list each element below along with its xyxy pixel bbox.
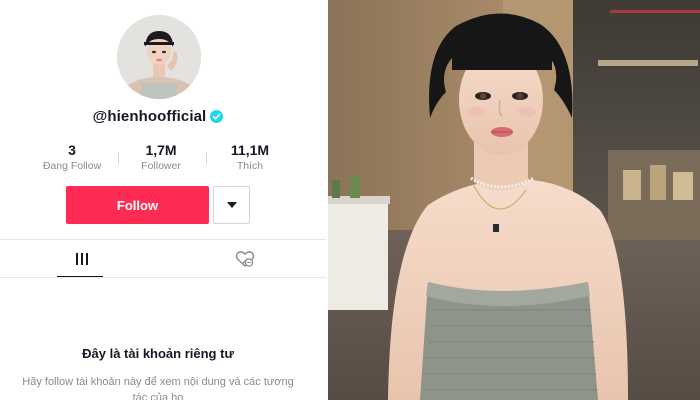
stat-followers-label: Follower [141,160,181,172]
avatar-image [117,15,201,99]
caret-down-icon [226,202,237,208]
tab-videos[interactable] [0,240,163,277]
stat-followers-value: 1,7M [145,142,177,158]
portrait-photo [328,0,700,400]
stat-following[interactable]: 3 Đang Follow [28,142,116,172]
private-account-title: Đây là tài khoản riêng tư [82,346,234,361]
tabs-border [0,277,326,278]
verified-badge-icon [210,110,224,123]
stat-likes-value: 11,1M [230,142,270,158]
portrait-image [328,0,700,400]
stat-following-value: 3 [68,142,76,158]
profile-screen: @hienhoofficial 3 Đang Follow 1,7M Follo… [0,0,326,400]
profile-stats: 3 Đang Follow 1,7M Follower 11,1M Thích [28,142,294,172]
private-account-description: Hãy follow tài khoản này để xem nội dung… [22,376,294,400]
more-options-button[interactable] [213,186,250,224]
follow-button[interactable]: Follow [66,186,209,224]
stat-divider [118,152,119,164]
profile-tabs [0,239,326,278]
tab-liked[interactable] [163,240,326,277]
liked-heart-icon [235,250,254,267]
username: @hienhoofficial [92,108,207,125]
grid-icon [75,252,88,265]
stat-following-label: Đang Follow [42,160,102,172]
stat-likes-label: Thích [236,160,264,172]
stat-likes: 11,1M Thích [206,142,294,172]
username-row: @hienhoofficial [0,108,316,125]
stat-followers[interactable]: 1,7M Follower [117,142,205,172]
stat-divider [206,152,207,164]
avatar[interactable] [117,15,201,99]
